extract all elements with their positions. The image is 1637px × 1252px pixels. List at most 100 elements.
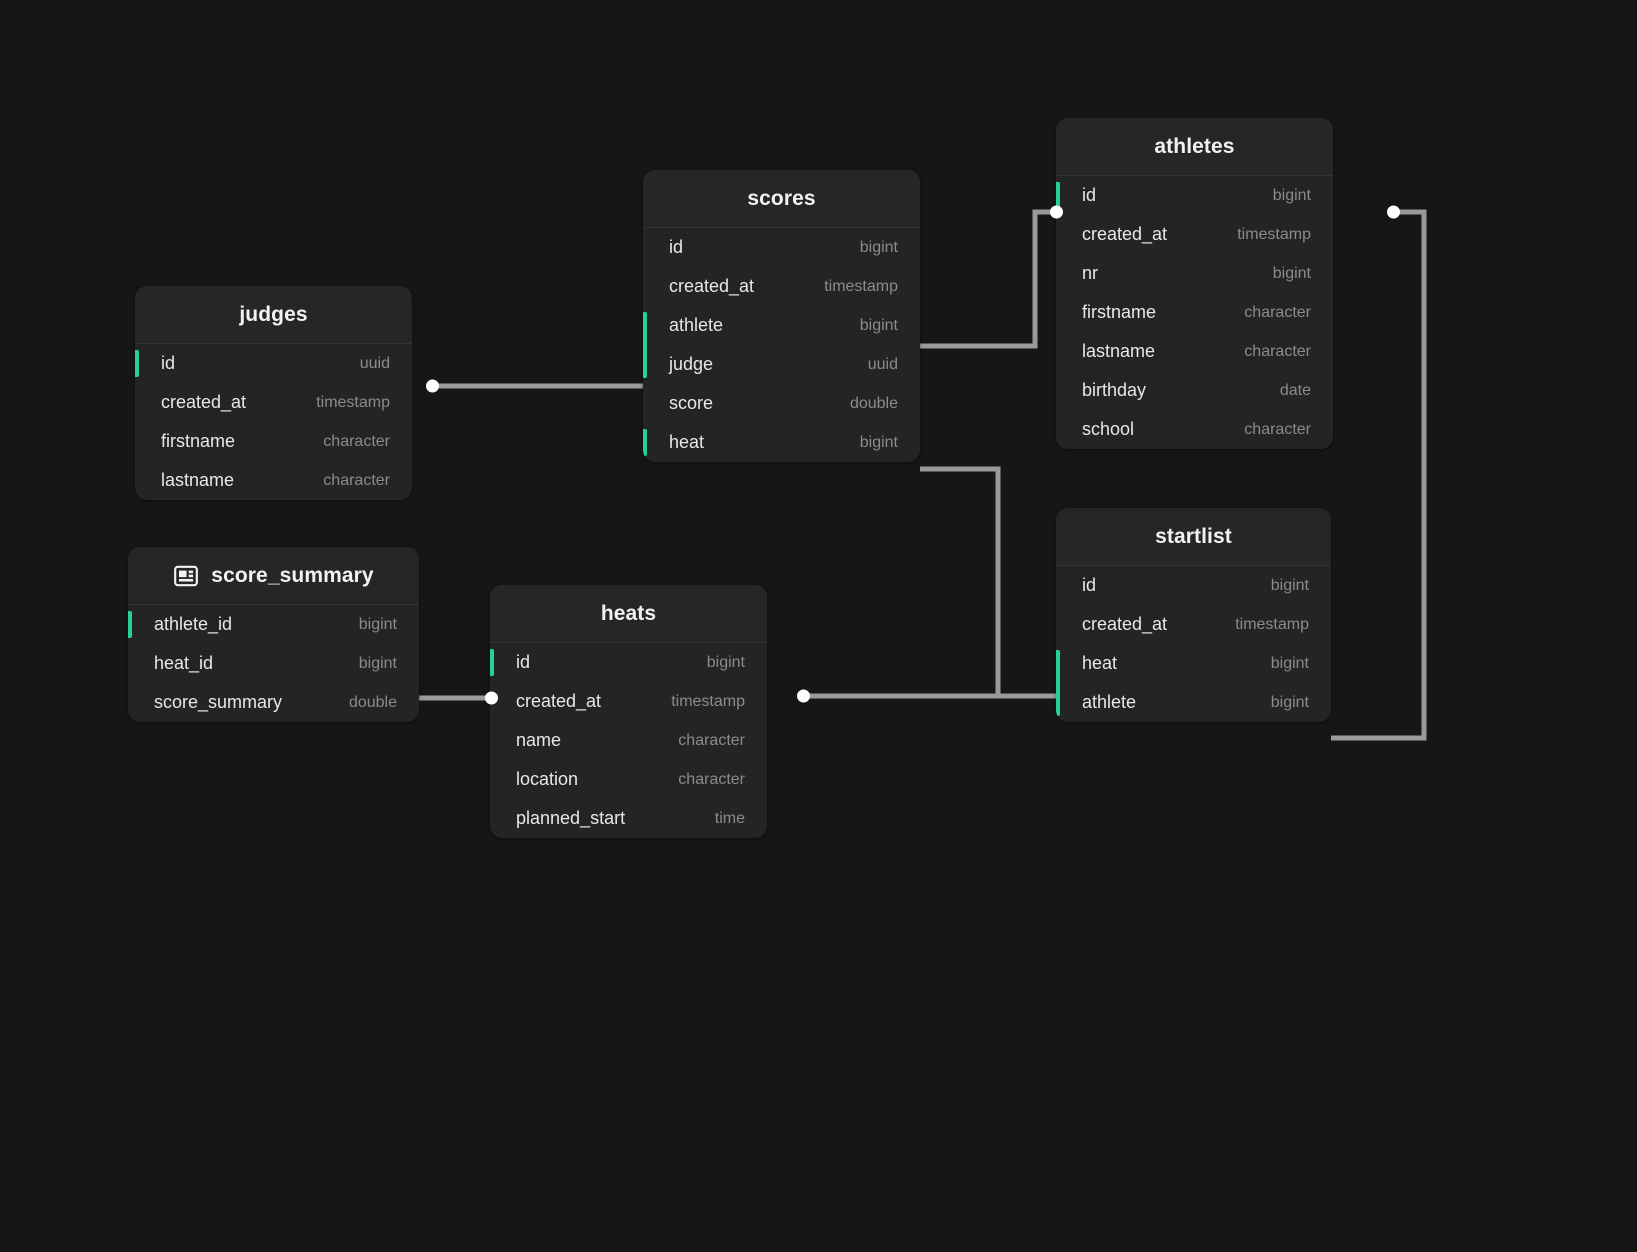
table-title-score_summary: score_summary bbox=[211, 563, 374, 587]
column-row[interactable]: score_summary double bbox=[128, 683, 419, 722]
column-type: timestamp bbox=[671, 692, 745, 710]
table-header-startlist[interactable]: startlist bbox=[1056, 508, 1331, 566]
column-name: id bbox=[669, 237, 684, 257]
column-type: character bbox=[678, 731, 745, 749]
column-type: double bbox=[348, 693, 397, 711]
column-row[interactable]: heat bigint bbox=[643, 423, 920, 462]
table-header-scores[interactable]: scores bbox=[643, 170, 920, 228]
column-type: bigint bbox=[1270, 654, 1309, 672]
table-title-heats: heats bbox=[600, 601, 657, 625]
column-row[interactable]: heat bigint bbox=[1056, 644, 1331, 683]
column-type: character bbox=[1244, 342, 1311, 360]
column-name: id bbox=[516, 652, 531, 672]
column-name: lastname bbox=[161, 470, 235, 490]
table-columns-scores: id bigint created_at timestamp athlete bigint… bbox=[643, 228, 920, 462]
column-type: bigint bbox=[1270, 693, 1309, 711]
erd-canvas[interactable]: judges id uuid created_at timestamp firstname… bbox=[0, 0, 1637, 1252]
connector-athletes-id-right bbox=[1387, 205, 1400, 219]
column-type: timestamp bbox=[1237, 225, 1311, 243]
column-type: character bbox=[678, 770, 745, 788]
column-name: created_at bbox=[516, 691, 602, 711]
column-row[interactable]: id bigint bbox=[1056, 176, 1333, 215]
table-columns-startlist: id bigint created_at timestamp heat bigint ath… bbox=[1056, 566, 1331, 722]
column-type: bigint bbox=[1270, 576, 1309, 594]
column-type: bigint bbox=[859, 316, 898, 334]
table-node-heats[interactable]: heats id bigint created_at timestamp name char… bbox=[490, 585, 767, 838]
column-name: birthday bbox=[1082, 380, 1147, 400]
column-name: id bbox=[1082, 575, 1097, 595]
table-columns-judges: id uuid created_at timestamp firstname charac… bbox=[135, 344, 412, 500]
table-title-athletes: athletes bbox=[1154, 134, 1235, 158]
column-name: athlete bbox=[1082, 692, 1137, 712]
table-node-startlist[interactable]: startlist id bigint created_at timestamp heat… bbox=[1056, 508, 1331, 722]
column-row[interactable]: id uuid bbox=[135, 344, 412, 383]
column-row[interactable]: athlete_id bigint bbox=[128, 605, 419, 644]
view-table-icon bbox=[174, 565, 199, 586]
column-row[interactable]: score double bbox=[643, 384, 920, 423]
table-title-judges: judges bbox=[239, 302, 308, 326]
column-row[interactable]: firstname character bbox=[1056, 293, 1333, 332]
column-name: firstname bbox=[1082, 302, 1157, 322]
table-title-scores: scores bbox=[747, 186, 816, 210]
column-type: bigint bbox=[358, 615, 397, 633]
column-type: character bbox=[1244, 303, 1311, 321]
table-header-score_summary[interactable]: score_summary bbox=[128, 547, 419, 605]
column-type: timestamp bbox=[316, 393, 390, 411]
column-row[interactable]: name character bbox=[490, 721, 767, 760]
column-row[interactable]: id bigint bbox=[1056, 566, 1331, 605]
column-name: planned_start bbox=[516, 808, 626, 828]
column-row[interactable]: athlete bigint bbox=[1056, 683, 1331, 722]
column-name: created_at bbox=[1082, 614, 1168, 634]
column-row[interactable]: birthday date bbox=[1056, 371, 1333, 410]
column-type: character bbox=[323, 471, 390, 489]
column-row[interactable]: nr bigint bbox=[1056, 254, 1333, 293]
column-row[interactable]: judge uuid bbox=[643, 345, 920, 384]
column-type: bigint bbox=[706, 653, 745, 671]
column-name: judge bbox=[669, 354, 714, 374]
column-name: school bbox=[1082, 419, 1135, 439]
column-row[interactable]: athlete bigint bbox=[643, 306, 920, 345]
column-row[interactable]: lastname character bbox=[1056, 332, 1333, 371]
table-header-judges[interactable]: judges bbox=[135, 286, 412, 344]
column-row[interactable]: location character bbox=[490, 760, 767, 799]
table-node-athletes[interactable]: athletes id bigint created_at timestamp nr big… bbox=[1056, 118, 1333, 449]
column-row[interactable]: planned_start time bbox=[490, 799, 767, 838]
column-row[interactable]: lastname character bbox=[135, 461, 412, 500]
column-row[interactable]: heat_id bigint bbox=[128, 644, 419, 683]
column-row[interactable]: created_at timestamp bbox=[1056, 605, 1331, 644]
column-name: nr bbox=[1082, 263, 1099, 283]
column-name: id bbox=[161, 353, 176, 373]
column-name: heat_id bbox=[154, 653, 214, 673]
table-node-scores[interactable]: scores id bigint created_at timestamp athlete… bbox=[643, 170, 920, 462]
column-name: firstname bbox=[161, 431, 236, 451]
column-type: double bbox=[849, 394, 898, 412]
column-type: bigint bbox=[358, 654, 397, 672]
column-row[interactable]: school character bbox=[1056, 410, 1333, 449]
column-type: time bbox=[714, 809, 745, 827]
column-type: bigint bbox=[859, 238, 898, 256]
column-name: heat bbox=[669, 432, 705, 452]
table-title-startlist: startlist bbox=[1155, 524, 1232, 548]
column-row[interactable]: created_at timestamp bbox=[1056, 215, 1333, 254]
table-header-heats[interactable]: heats bbox=[490, 585, 767, 643]
column-type: timestamp bbox=[824, 277, 898, 295]
column-row[interactable]: id bigint bbox=[490, 643, 767, 682]
edge-athletes-startlist bbox=[1331, 209, 1427, 741]
column-row[interactable]: created_at timestamp bbox=[490, 682, 767, 721]
column-row[interactable]: id bigint bbox=[643, 228, 920, 267]
column-name: athlete_id bbox=[154, 614, 233, 634]
connector-judges-id bbox=[426, 379, 439, 393]
table-header-athletes[interactable]: athletes bbox=[1056, 118, 1333, 176]
table-columns-heats: id bigint created_at timestamp name character… bbox=[490, 643, 767, 838]
column-row[interactable]: firstname character bbox=[135, 422, 412, 461]
table-node-score_summary[interactable]: score_summary athlete_id bigint heat_id bigi… bbox=[128, 547, 419, 722]
column-name: created_at bbox=[1082, 224, 1168, 244]
column-type: character bbox=[323, 432, 390, 450]
column-type: bigint bbox=[1272, 186, 1311, 204]
column-type: uuid bbox=[359, 354, 390, 372]
column-name: created_at bbox=[669, 276, 755, 296]
column-row[interactable]: created_at timestamp bbox=[135, 383, 412, 422]
table-node-judges[interactable]: judges id uuid created_at timestamp firstname… bbox=[135, 286, 412, 500]
table-columns-athletes: id bigint created_at timestamp nr bigint first… bbox=[1056, 176, 1333, 449]
column-row[interactable]: created_at timestamp bbox=[643, 267, 920, 306]
